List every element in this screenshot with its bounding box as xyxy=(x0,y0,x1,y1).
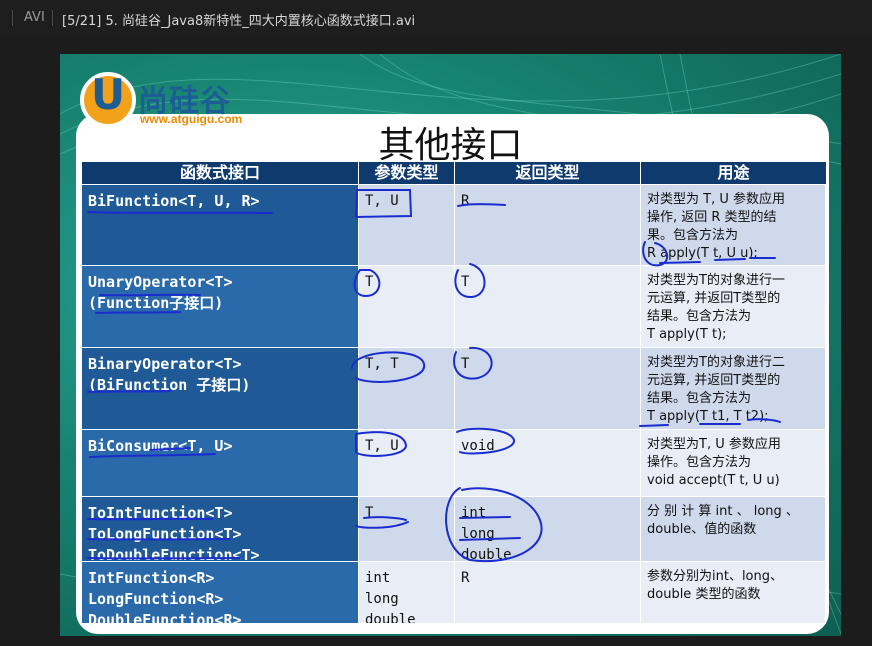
return-type-cell: int long double xyxy=(455,497,641,562)
cell-text: LongFunction<R> xyxy=(88,590,224,608)
cell-text: T apply(T t); xyxy=(647,327,727,342)
param-type-cell: T xyxy=(359,497,455,562)
column-header-usage: 用途 xyxy=(641,162,826,184)
cell-text: 元运算, 并返回T类型的 xyxy=(647,373,781,388)
title-divider xyxy=(12,10,13,26)
cell-text: long xyxy=(461,526,495,542)
cell-text: double 类型的函数 xyxy=(647,587,761,602)
param-type-cell: int long double xyxy=(359,562,455,624)
cell-text: T, U xyxy=(365,438,399,454)
usage-cell: 参数分别为int、long、 double 类型的函数 xyxy=(641,562,826,624)
cell-text: ToIntFunction<T> xyxy=(88,504,233,522)
cell-text: BiConsumer<T, U> xyxy=(88,437,233,455)
interface-cell: BinaryOperator<T> (BiFunction 子接口) xyxy=(82,348,359,430)
cell-text: BiFunction<T, U, R> xyxy=(88,192,260,210)
interface-cell: BiConsumer<T, U> xyxy=(82,430,359,497)
cell-text: T, U xyxy=(365,193,399,209)
cell-text: T xyxy=(461,356,470,372)
cell-text: void accept(T t, U u) xyxy=(647,473,780,488)
cell-text: ToDoubleFunction<T> xyxy=(88,546,260,562)
return-type-cell: T xyxy=(455,348,641,430)
interface-table: 函数式接口 参数类型 返回类型 用途 BiFunction<T, U, R> T,… xyxy=(82,162,826,624)
table-row: BiConsumer<T, U> T, U void 对类型为T, U 参数应用 操作。… xyxy=(82,430,826,497)
usage-cell: 对类型为T, U 参数应用 操作。包含方法为 void accept(T t, U … xyxy=(641,430,826,497)
usage-cell: 对类型为T的对象进行一 元运算, 并返回T类型的 结果。包含方法为 T apply(T… xyxy=(641,266,826,348)
cell-text: R xyxy=(461,570,470,586)
cell-text: 对类型为T的对象进行一 xyxy=(647,273,785,288)
title-divider xyxy=(52,10,53,26)
cell-text: ToLongFunction<T> xyxy=(88,525,242,543)
table-row: BinaryOperator<T> (BiFunction 子接口) T, T T 对类… xyxy=(82,348,826,430)
interface-cell: ToIntFunction<T> ToLongFunction<T> ToDoubl… xyxy=(82,497,359,562)
usage-cell: 分 别 计 算 int 、 long 、 double、值的函数 xyxy=(641,497,826,562)
cell-text: (Function子接口) xyxy=(88,294,224,312)
cell-text: int xyxy=(365,570,391,586)
slide-heading: 其他接口 xyxy=(378,125,523,166)
param-type-cell: T, T xyxy=(359,348,455,430)
table-row: ToIntFunction<T> ToLongFunction<T> ToDoubl… xyxy=(82,497,826,562)
column-header-return-type: 返回类型 xyxy=(455,162,640,184)
table-row: UnaryOperator<T> (Function子接口) T T 对类型为T的对象进… xyxy=(82,266,826,348)
cell-text: 分 别 计 算 int 、 long 、 xyxy=(647,504,799,519)
cell-text: T apply(T t1, T t2); xyxy=(647,409,769,424)
cell-text: 对类型为 T, U 参数应用 xyxy=(647,192,785,207)
cell-text: double xyxy=(365,612,416,624)
table-row: BiFunction<T, U, R> T, U R 对类型为 T, U 参数应用 操作… xyxy=(82,185,826,266)
cell-text: BinaryOperator<T> xyxy=(88,355,242,373)
cell-text: long xyxy=(365,591,399,607)
param-type-cell: T xyxy=(359,266,455,348)
return-type-cell: T xyxy=(455,266,641,348)
cell-text: 结果。包含方法为 xyxy=(647,309,752,324)
cell-text: DoubleFunction<R> xyxy=(88,611,242,624)
usage-cell: 对类型为 T, U 参数应用 操作, 返回 R 类型的结 果。包含方法为 R appl… xyxy=(641,185,826,266)
cell-text: T xyxy=(461,274,470,290)
logo-letter: U xyxy=(90,70,126,119)
param-type-cell: T, U xyxy=(359,185,455,266)
cell-text: double xyxy=(461,547,512,562)
table-row: IntFunction<R> LongFunction<R> DoubleFunct… xyxy=(82,562,826,624)
cell-text: T, T xyxy=(365,356,399,372)
usage-cell: 对类型为T的对象进行二 元运算, 并返回T类型的 结果。包含方法为 T apply(T… xyxy=(641,348,826,430)
column-header-param-type: 参数类型 xyxy=(359,162,454,184)
file-format-label: AVI xyxy=(24,10,45,25)
return-type-cell: R xyxy=(455,562,641,624)
cell-text: T xyxy=(365,274,374,290)
interface-cell: IntFunction<R> LongFunction<R> DoubleFunct… xyxy=(82,562,359,624)
interface-cell: BiFunction<T, U, R> xyxy=(82,185,359,266)
cell-text: T xyxy=(365,505,374,521)
cell-text: UnaryOperator<T> xyxy=(88,273,233,291)
cell-text: 对类型为T的对象进行二 xyxy=(647,355,785,370)
cell-text: void xyxy=(461,438,495,454)
cell-text: R apply(T t, U u); xyxy=(647,246,758,261)
cell-text: 结果。包含方法为 xyxy=(647,391,752,406)
cell-text: double、值的函数 xyxy=(647,522,757,537)
cell-text: 参数分别为int、long、 xyxy=(647,569,784,584)
return-type-cell: void xyxy=(455,430,641,497)
interface-cell: UnaryOperator<T> (Function子接口) xyxy=(82,266,359,348)
cell-text: 操作, 返回 R 类型的结 xyxy=(647,210,777,225)
cell-text: R xyxy=(461,193,470,209)
param-type-cell: T, U xyxy=(359,430,455,497)
video-frame-slide: U 尚硅谷 www.atguigu.com 其他接口 函数式接口 参数类型 返回… xyxy=(60,54,841,636)
video-title: [5/21] 5. 尚硅谷_Java8新特性_四大内置核心函数式接口.avi xyxy=(62,14,416,29)
cell-text: int xyxy=(461,505,487,521)
cell-text: 元运算, 并返回T类型的 xyxy=(647,291,781,306)
cell-text: 操作。包含方法为 xyxy=(647,455,752,470)
cell-text: 果。包含方法为 xyxy=(647,228,739,243)
cell-text: IntFunction<R> xyxy=(88,569,215,587)
column-header-interface: 函数式接口 xyxy=(82,162,358,184)
cell-text: (BiFunction 子接口) xyxy=(88,376,251,394)
cell-text: 对类型为T, U 参数应用 xyxy=(647,437,781,452)
return-type-cell: R xyxy=(455,185,641,266)
window-title-bar: AVI [5/21] 5. 尚硅谷_Java8新特性_四大内置核心函数式接口.a… xyxy=(0,0,872,36)
